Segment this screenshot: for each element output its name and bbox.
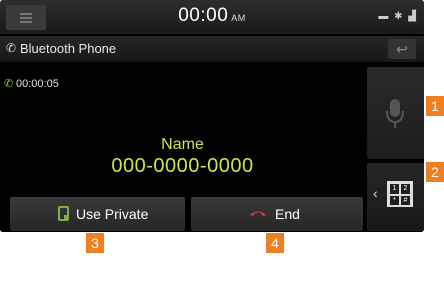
clock-ampm: AM [231,13,246,23]
chevron-left-icon: ‹ [373,185,378,201]
status-icons: ▬ ✱ ▟ [375,11,416,22]
caller-number: 000-0000-0000 [111,155,254,177]
page-title: Bluetooth Phone [20,41,117,56]
clock: 00:00 AM [0,5,424,27]
phone-screen: 00:00 AM ▬ ✱ ▟ ✆ Bluetooth Phone ↩ ✆ 00:0… [0,0,444,282]
bluetooth-icon: ✱ [394,11,403,22]
callout-2: 2 [426,162,444,182]
callout-4: 4 [266,233,284,253]
bottom-bar: Use Private End [0,196,365,232]
head-unit-display: 00:00 AM ▬ ✱ ▟ ✆ Bluetooth Phone ↩ ✆ 00:0… [0,0,424,232]
microphone-icon [386,99,404,128]
caller-name: Name [161,136,204,153]
call-duration: 00:00:05 [16,78,59,90]
use-private-button[interactable]: Use Private [10,197,185,231]
callout-3: 3 [86,233,104,253]
keypad-key: 2 [400,183,411,195]
end-call-button[interactable]: End [191,197,363,231]
end-label: End [275,206,300,222]
call-info-area: ✆ 00:00:05 Name 000-0000-0000 [0,64,365,196]
title-bar: ✆ Bluetooth Phone ↩ [0,36,424,62]
keypad-button[interactable]: ‹ 1 2 * # [367,163,424,231]
handset-private-icon [58,206,69,221]
back-button[interactable]: ↩ [388,39,416,59]
mute-microphone-button[interactable] [367,67,424,159]
phone-icon: ✆ [6,41,17,55]
keypad-key: 1 [389,183,400,195]
back-arrow-icon: ↩ [396,41,408,57]
battery-icon: ▬ [378,11,389,22]
end-call-icon [250,211,266,216]
call-active-icon: ✆ [4,78,14,90]
callout-1: 1 [426,96,444,116]
status-bar: 00:00 AM ▬ ✱ ▟ [0,0,424,34]
use-private-label: Use Private [76,206,149,222]
keypad-icon: 1 2 * # [387,181,413,207]
side-buttons: ‹ 1 2 * # [367,64,424,232]
keypad-key: # [400,195,411,207]
signal-icon: ▟ [408,11,416,22]
clock-time: 00:00 [178,5,229,26]
keypad-key: * [389,195,400,207]
